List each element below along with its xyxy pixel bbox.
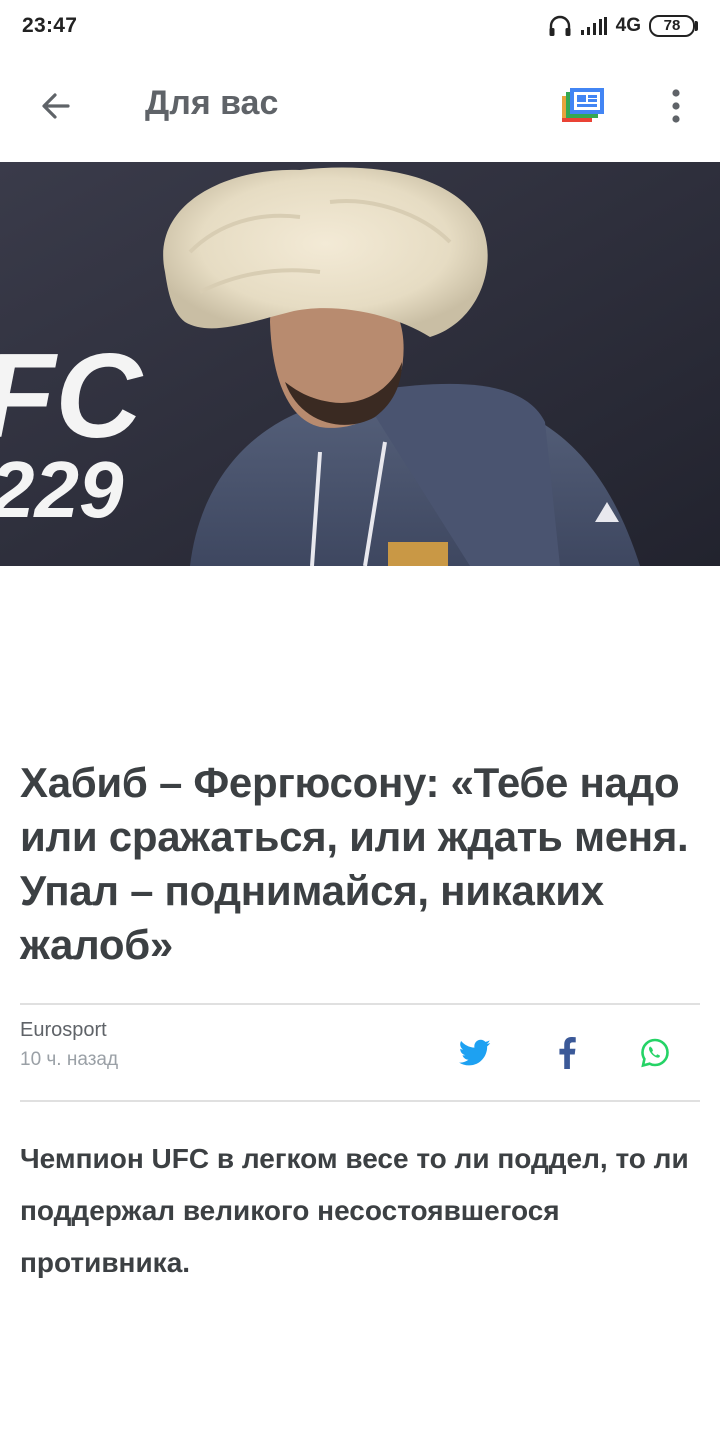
divider (20, 1100, 700, 1102)
app-bar: Для вас (0, 52, 720, 162)
share-whatsapp-button[interactable] (636, 1036, 674, 1074)
article-source[interactable]: Eurosport (20, 1019, 107, 1042)
hero-overlay-text-fc: FC (0, 329, 144, 463)
whatsapp-icon (639, 1037, 671, 1074)
facebook-icon (558, 1036, 576, 1074)
more-options-button[interactable] (652, 82, 700, 134)
more-vert-icon (670, 88, 682, 129)
battery-level: 78 (649, 15, 695, 37)
share-twitter-button[interactable] (456, 1036, 494, 1074)
article-hero-image[interactable]: FC 229 (0, 162, 720, 566)
share-facebook-button[interactable] (548, 1036, 586, 1074)
battery-icon: 78 (649, 15, 698, 37)
back-arrow-icon (38, 88, 74, 129)
signal-icon (580, 16, 608, 36)
network-type: 4G (615, 15, 641, 36)
article-headline[interactable]: Хабиб – Фергюсону: «Тебе надо или сражат… (20, 756, 700, 972)
divider (20, 1003, 700, 1005)
newsstand-button[interactable] (555, 82, 611, 134)
battery-tip (695, 21, 698, 31)
status-bar: 23:47 4G 78 (0, 0, 720, 52)
page-title: Для вас (145, 84, 279, 122)
hero-overlay-text-229: 229 (0, 445, 124, 534)
newsstand-icon (560, 86, 606, 131)
article-lede: Чемпион UFC в легком весе то ли поддел, … (20, 1143, 689, 1278)
headphone-icon (548, 15, 572, 37)
status-time: 23:47 (22, 14, 78, 37)
back-button[interactable] (30, 82, 82, 134)
article-timestamp: 10 ч. назад (20, 1049, 119, 1070)
status-icons: 4G 78 (548, 15, 698, 37)
twitter-icon (459, 1039, 491, 1072)
